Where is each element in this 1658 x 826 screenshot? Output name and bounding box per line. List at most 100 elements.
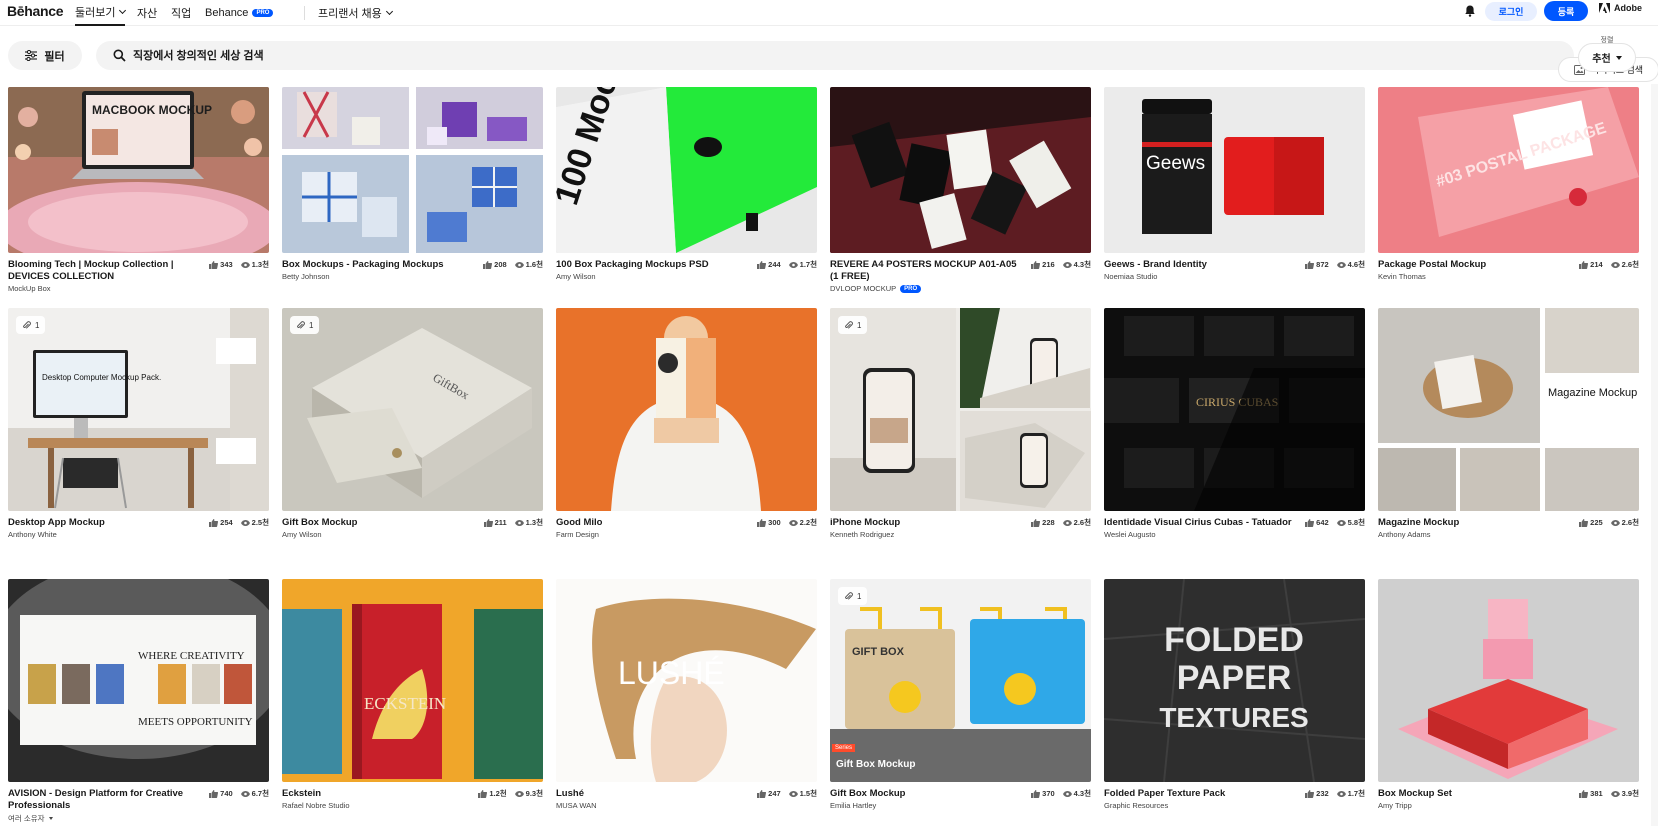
project-card[interactable]: Magazine Mockup Magazine Mockup 225 2.6천 … (1378, 308, 1639, 539)
project-thumbnail[interactable] (556, 308, 817, 511)
eye-icon (1336, 262, 1346, 268)
project-title[interactable]: Gift Box Mockup (830, 788, 1020, 800)
project-card[interactable]: Desktop Computer Mockup Pack. 1 Desktop … (8, 308, 269, 539)
project-title[interactable]: Blooming Tech | Mockup Collection | DEVI… (8, 259, 202, 283)
project-author[interactable]: Weslei Augusto (1104, 530, 1365, 539)
project-author[interactable]: MUSA WAN (556, 801, 817, 810)
project-author[interactable]: Amy Wilson (556, 272, 817, 281)
project-thumbnail[interactable]: CIRIUS CUBAS (1104, 308, 1365, 511)
project-thumbnail[interactable] (830, 87, 1091, 253)
scrollbar[interactable] (1651, 84, 1658, 826)
project-title[interactable]: Identidade Visual Cirius Cubas - Tatuado… (1104, 517, 1294, 529)
project-thumbnail[interactable]: Magazine Mockup (1378, 308, 1639, 511)
project-thumbnail[interactable]: ECKSTEIN (282, 579, 543, 782)
like-count: 225 (1590, 518, 1603, 527)
nav-behance-pro[interactable]: Behance PRO (205, 0, 274, 26)
bell-icon[interactable] (1463, 4, 1477, 18)
project-card[interactable]: ECKSTEIN Eckstein 1.2천 9.3천 Rafael Nobre … (282, 579, 543, 810)
search-input[interactable] (133, 41, 1433, 70)
project-author[interactable]: Anthony Adams (1378, 530, 1639, 539)
multiple-owners-dropdown[interactable]: 여러 소유자 (8, 813, 269, 824)
project-card[interactable]: #03 POSTAL PACKAGE Package Postal Mockup… (1378, 87, 1639, 281)
view-count: 4.3천 (1073, 789, 1091, 798)
adobe-link[interactable]: Adobe (1599, 3, 1642, 13)
project-card[interactable]: REVERE A4 POSTERS MOCKUP A01-A05 (1 FREE… (830, 87, 1091, 293)
thumbs-up-icon (757, 790, 767, 798)
project-card[interactable]: GIFT BOX 1 Series Gift Box Mockup Gift B… (830, 579, 1091, 810)
nav-jobs[interactable]: 직업 (171, 0, 191, 26)
project-card[interactable]: Geews Geews - Brand Identity 872 4.6천 Noe… (1104, 87, 1365, 281)
project-card[interactable]: FOLDED PAPER TEXTURES Folded Paper Texture… (1104, 579, 1365, 810)
project-card[interactable]: Box Mockups - Packaging Mockups 208 1.6천 … (282, 87, 543, 281)
project-card[interactable]: 1 iPhone Mockup 228 2.6천 Kenneth Rodrigue… (830, 308, 1091, 539)
nav-explore[interactable]: 둘러보기 (75, 0, 127, 26)
login-button[interactable]: 로그인 (1485, 2, 1537, 21)
project-thumbnail[interactable] (1378, 579, 1639, 782)
project-title[interactable]: REVERE A4 POSTERS MOCKUP A01-A05 (1 FREE… (830, 259, 1020, 283)
project-card[interactable]: MACBOOK MOCKUP Blooming Tech | Mockup Co… (8, 87, 269, 293)
project-title[interactable]: Package Postal Mockup (1378, 259, 1568, 271)
project-author[interactable]: Anthony White (8, 530, 269, 539)
project-title[interactable]: Box Mockup Set (1378, 788, 1568, 800)
behance-logo[interactable]: Bēhance (7, 3, 64, 19)
search-row: 필터 이미지로 검색 정렬 추천 (0, 26, 1658, 84)
project-author[interactable]: Kevin Thomas (1378, 272, 1639, 281)
project-thumbnail[interactable]: 100 Mockup (556, 87, 817, 253)
like-count: 232 (1316, 789, 1329, 798)
search-bar[interactable]: 이미지로 검색 (96, 41, 1658, 82)
project-title[interactable]: Desktop App Mockup (8, 517, 198, 529)
project-title[interactable]: Lushé (556, 788, 746, 800)
project-card[interactable]: LUSHÉ Lushé 247 1.5천 MUSA WAN (556, 579, 817, 810)
project-thumbnail[interactable]: LUSHÉ (556, 579, 817, 782)
project-author[interactable]: DVLOOP MOCKUP PRO (830, 284, 1091, 293)
thumb-caption: Desktop Computer Mockup Pack. (42, 373, 161, 382)
project-card[interactable]: WHERE CREATIVITY MEETS OPPORTUNITY AVISI… (8, 579, 269, 824)
project-card[interactable]: CIRIUS CUBAS Identidade Visual Cirius Cu… (1104, 308, 1365, 539)
signup-button[interactable]: 등록 (1544, 1, 1588, 21)
project-thumbnail[interactable]: FOLDED PAPER TEXTURES (1104, 579, 1365, 782)
project-thumbnail[interactable]: GiftBox 1 (282, 308, 543, 511)
project-title[interactable]: Box Mockups - Packaging Mockups (282, 259, 472, 271)
project-thumbnail[interactable]: Desktop Computer Mockup Pack. 1 (8, 308, 269, 511)
project-thumbnail[interactable]: Geews (1104, 87, 1365, 253)
project-author[interactable]: Rafael Nobre Studio (282, 801, 543, 810)
project-author[interactable]: Graphic Resources (1104, 801, 1365, 810)
project-author[interactable]: Farm Design (556, 530, 817, 539)
project-thumbnail[interactable]: WHERE CREATIVITY MEETS OPPORTUNITY (8, 579, 269, 782)
project-author[interactable]: Amy Tripp (1378, 801, 1639, 810)
project-title[interactable]: AVISION - Design Platform for Creative P… (8, 788, 198, 812)
filter-button[interactable]: 필터 (8, 41, 82, 70)
project-card[interactable]: 100 Mockup 100 Box Packaging Mockups PSD… (556, 87, 817, 281)
paperclip-icon (845, 320, 853, 329)
project-thumbnail[interactable]: GIFT BOX 1 Series Gift Box Mockup (830, 579, 1091, 782)
project-thumbnail[interactable] (282, 87, 543, 253)
project-title[interactable]: Good Milo (556, 517, 746, 529)
view-count: 1.5천 (799, 789, 817, 798)
project-title[interactable]: Geews - Brand Identity (1104, 259, 1294, 271)
project-thumbnail[interactable]: 1 (830, 308, 1091, 511)
nav-hire-freelancers[interactable]: 프리랜서 채용 (318, 0, 393, 26)
project-title[interactable]: iPhone Mockup (830, 517, 1020, 529)
project-title[interactable]: Magazine Mockup (1378, 517, 1568, 529)
project-stats: 225 2.6천 (1579, 517, 1639, 529)
sort-dropdown[interactable]: 추천 (1578, 43, 1636, 72)
project-author[interactable]: Amy Wilson (282, 530, 543, 539)
project-author[interactable]: Emilia Hartley (830, 801, 1091, 810)
project-thumbnail[interactable]: MACBOOK MOCKUP (8, 87, 269, 253)
project-author[interactable]: Betty Johnson (282, 272, 543, 281)
project-card[interactable]: Good Milo 300 2.2천 Farm Design (556, 308, 817, 539)
project-title[interactable]: Eckstein (282, 788, 472, 800)
project-author[interactable]: Kenneth Rodriguez (830, 530, 1091, 539)
author-name: DVLOOP MOCKUP (830, 284, 897, 293)
project-title[interactable]: Folded Paper Texture Pack (1104, 788, 1294, 800)
nav-assets[interactable]: 자산 (137, 0, 157, 26)
project-author[interactable]: Noemiaa Studio (1104, 272, 1365, 281)
nav-assets-label: 자산 (137, 8, 158, 20)
project-author[interactable]: MockUp Box (8, 284, 269, 293)
project-thumbnail[interactable]: #03 POSTAL PACKAGE (1378, 87, 1639, 253)
project-title[interactable]: Gift Box Mockup (282, 517, 472, 529)
project-card[interactable]: Box Mockup Set 381 3.9천 Amy Tripp (1378, 579, 1639, 810)
project-title[interactable]: 100 Box Packaging Mockups PSD (556, 259, 746, 271)
thumbs-up-icon (1031, 519, 1041, 527)
project-card[interactable]: GiftBox 1 Gift Box Mockup 211 1.3천 Amy Wi… (282, 308, 543, 539)
